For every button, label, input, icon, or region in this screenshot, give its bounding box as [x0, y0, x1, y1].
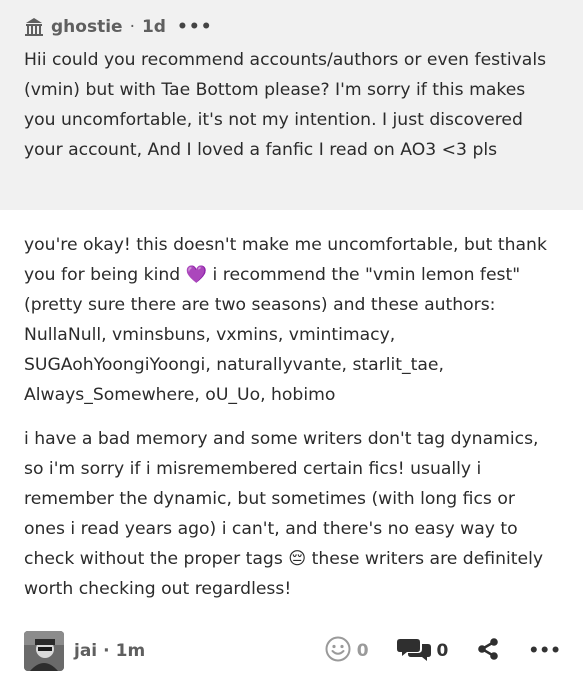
- answer-text: i have a bad memory and some writers don…: [24, 429, 539, 569]
- reactions-count: 0: [356, 641, 369, 661]
- answer-body: you're okay! this doesn't make me uncomf…: [0, 210, 583, 604]
- asker-row: ghostie · 1d •••: [24, 14, 561, 40]
- answer-paragraph-2: i have a bad memory and some writers don…: [24, 424, 561, 604]
- share-icon: [476, 637, 500, 665]
- react-button[interactable]: 0: [325, 636, 369, 666]
- more-dots-icon: •••: [528, 641, 561, 661]
- question-more-button[interactable]: •••: [177, 17, 213, 37]
- comments-count: 0: [436, 641, 449, 661]
- avatar[interactable]: [24, 631, 64, 671]
- smiley-icon: [325, 636, 351, 666]
- asker-name[interactable]: ghostie: [51, 17, 123, 37]
- purple-heart-emoji: 💜: [185, 265, 208, 285]
- post-footer: jai · 1m 0 0 •••: [24, 626, 561, 676]
- action-bar: 0 0 •••: [325, 636, 561, 666]
- author-name[interactable]: jai: [74, 641, 97, 661]
- meta-separator: ·: [129, 17, 135, 37]
- question-text: Hii could you recommend accounts/authors…: [24, 50, 547, 160]
- meta-separator: ·: [103, 641, 110, 661]
- comments-button[interactable]: 0: [396, 636, 449, 666]
- answer-text: i recommend the "vmin lemon fest" (prett…: [24, 265, 521, 405]
- pensive-face-emoji: 😔: [288, 549, 307, 569]
- author-meta: jai · 1m: [74, 641, 145, 661]
- answer-timestamp: 1m: [115, 641, 146, 661]
- answer-paragraph-1: you're okay! this doesn't make me uncomf…: [24, 230, 561, 410]
- anonymous-building-icon: [24, 17, 44, 37]
- question-block: ghostie · 1d ••• Hii could you recommend…: [0, 0, 583, 210]
- post-more-button[interactable]: •••: [528, 641, 561, 661]
- answered-question-card: ghostie · 1d ••• Hii could you recommend…: [0, 0, 583, 697]
- chat-bubbles-icon: [396, 636, 431, 666]
- question-timestamp: 1d: [141, 17, 166, 37]
- share-button[interactable]: [476, 637, 500, 665]
